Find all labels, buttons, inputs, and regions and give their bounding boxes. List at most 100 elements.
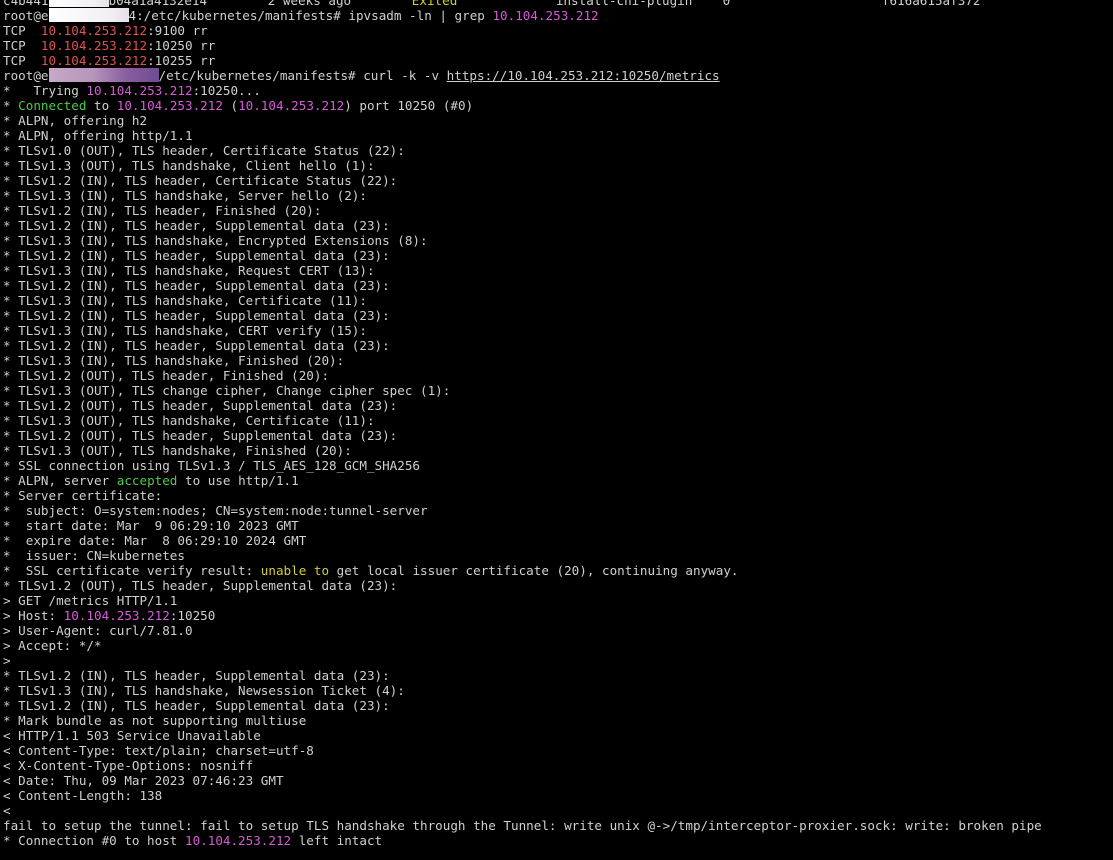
terminal-text: * TLSv1.3 (OUT), TLS handshake, Finished… (3, 443, 352, 458)
terminal-line: c4b441 b04a1a4132e14 2 weeks ago Exited i… (3, 0, 1113, 8)
terminal-text: * TLSv1.2 (IN), TLS header, Finished (20… (3, 203, 322, 218)
terminal-text: /etc/kubernetes/manifests# curl (158, 68, 402, 83)
terminal-text: * Server certificate: (3, 488, 163, 503)
terminal-line: * ALPN, offering h2 (3, 113, 1113, 128)
terminal-text: * TLSv1.2 (IN), TLS header, Supplemental… (3, 278, 390, 293)
ip-address: 10.104.253.212 (86, 83, 193, 98)
ip-address: 10.104.253.212 (238, 98, 345, 113)
terminal-text: * TLSv1.3 (OUT), TLS change cipher, Chan… (3, 383, 451, 398)
url-link[interactable]: https://10.104.253.212:10250/metrics (447, 68, 720, 83)
terminal-text: * TLSv1.2 (IN), TLS header, Supplemental… (3, 338, 390, 353)
terminal-line: * ALPN, offering http/1.1 (3, 128, 1113, 143)
terminal-text: * ALPN, offering h2 (3, 113, 148, 128)
terminal-text: :9100 rr (147, 23, 208, 38)
terminal-text: * ALPN, server (3, 473, 117, 488)
terminal-line: * TLSv1.2 (IN), TLS header, Supplemental… (3, 698, 1113, 713)
terminal-line: * TLSv1.3 (IN), TLS handshake, Server he… (3, 188, 1113, 203)
terminal-text: * TLSv1.2 (OUT), TLS header, Supplementa… (3, 428, 398, 443)
terminal-text: * TLSv1.3 (OUT), TLS handshake, Client h… (3, 158, 375, 173)
ip-address: 10.104.253.212 (40, 53, 148, 68)
terminal-line: root@e 4:/etc/kubernetes/manifests# ipvsa… (3, 8, 1113, 23)
highlighted-text: Exited (411, 0, 458, 8)
terminal-line: > GET /metrics HTTP/1.1 (3, 593, 1113, 608)
terminal-text: * TLSv1.3 (OUT), TLS handshake, Certific… (3, 413, 375, 428)
terminal-line: * TLSv1.2 (OUT), TLS header, Supplementa… (3, 398, 1113, 413)
terminal-text: * TLSv1.3 (IN), TLS handshake, Request C… (3, 263, 375, 278)
terminal-line: * ALPN, server accepted to use http/1.1 (3, 473, 1113, 488)
terminal-line: > Host: 10.104.253.212:10250 (3, 608, 1113, 623)
terminal-line: * TLSv1.2 (IN), TLS header, Supplemental… (3, 308, 1113, 323)
terminal-text: * TLSv1.2 (IN), TLS header, Supplemental… (3, 668, 390, 683)
terminal-line: * TLSv1.3 (OUT), TLS handshake, Client h… (3, 158, 1113, 173)
terminal-line: * Trying 10.104.253.212:10250... (3, 83, 1113, 98)
terminal-text: * TLSv1.2 (IN), TLS header, Supplemental… (3, 248, 390, 263)
terminal-line: * TLSv1.2 (IN), TLS header, Supplemental… (3, 278, 1113, 293)
redacted-hostname (48, 8, 129, 22)
ip-address: 10.104.253.212 (40, 38, 148, 53)
terminal-text: -ln (409, 8, 432, 23)
terminal-text: 4:/etc/kubernetes/manifests# ipvsadm (128, 8, 410, 23)
terminal-line: * TLSv1.3 (OUT), TLS handshake, Certific… (3, 413, 1113, 428)
highlighted-text: Connected (18, 98, 87, 113)
redacted-hostname (48, 68, 159, 82)
terminal-line: < Date: Thu, 09 Mar 2023 07:46:23 GMT (3, 773, 1113, 788)
terminal-text: * ALPN, offering http/1.1 (3, 128, 193, 143)
terminal-line: * Server certificate: (3, 488, 1113, 503)
terminal-text: :10250 rr (147, 38, 216, 53)
terminal-line: * TLSv1.3 (IN), TLS handshake, Encrypted… (3, 233, 1113, 248)
terminal-text: to use http/1.1 (177, 473, 299, 488)
terminal-line: * issuer: CN=kubernetes (3, 548, 1113, 563)
terminal-text: < (3, 803, 11, 818)
terminal-text: * expire date: Mar 8 06:29:10 2024 GMT (3, 533, 307, 548)
terminal-text: -k -v (401, 68, 440, 83)
terminal-text: < X-Content-Type-Options: nosniff (3, 758, 254, 773)
terminal-text: * TLSv1.0 (OUT), TLS header, Certificate… (3, 143, 405, 158)
terminal-text: TCP (3, 23, 41, 38)
terminal-text: root@e (3, 8, 49, 23)
terminal-text: :10255 rr (147, 53, 216, 68)
terminal-text: c4b441 (3, 0, 49, 8)
terminal-line: * TLSv1.2 (IN), TLS header, Supplemental… (3, 218, 1113, 233)
terminal-text: get local issuer certificate (20), conti… (329, 563, 739, 578)
terminal-text: ) port 10250 (#0) (344, 98, 474, 113)
terminal-line: * TLSv1.2 (IN), TLS header, Supplemental… (3, 248, 1113, 263)
terminal-text: * TLSv1.3 (IN), TLS handshake, Server he… (3, 188, 367, 203)
terminal-line: * TLSv1.3 (IN), TLS handshake, Certifica… (3, 293, 1113, 308)
terminal-line: * TLSv1.2 (IN), TLS header, Supplemental… (3, 668, 1113, 683)
terminal-text: * TLSv1.2 (OUT), TLS header, Finished (2… (3, 368, 330, 383)
terminal-output: c4b441 b04a1a4132e14 2 weeks ago Exited i… (3, 0, 1113, 848)
terminal-text: * TLSv1.3 (IN), TLS handshake, Encrypted… (3, 233, 428, 248)
terminal-text: * subject: O=system:nodes; CN=system:nod… (3, 503, 428, 518)
terminal-line: < Content-Type: text/plain; charset=utf-… (3, 743, 1113, 758)
terminal-line: * TLSv1.3 (IN), TLS handshake, Newsessio… (3, 683, 1113, 698)
terminal-line: * TLSv1.3 (IN), TLS handshake, CERT veri… (3, 323, 1113, 338)
terminal-text: * TLSv1.3 (IN), TLS handshake, Finished … (3, 353, 345, 368)
terminal-line: * expire date: Mar 8 06:29:10 2024 GMT (3, 533, 1113, 548)
terminal-line: * start date: Mar 9 06:29:10 2023 GMT (3, 518, 1113, 533)
terminal-text: < Content-Length: 138 (3, 788, 163, 803)
terminal-text: * Connection #0 to host (3, 833, 185, 848)
terminal-text: * TLSv1.2 (OUT), TLS header, Supplementa… (3, 578, 398, 593)
terminal-line: < (3, 803, 1113, 818)
terminal-text: root@e (3, 68, 49, 83)
terminal-text: left intact (291, 833, 383, 848)
terminal-text: | grep (431, 8, 493, 23)
terminal-line: * TLSv1.0 (OUT), TLS header, Certificate… (3, 143, 1113, 158)
highlighted-text: unable to (260, 563, 330, 578)
terminal-text: > Host: (3, 608, 64, 623)
terminal-window[interactable]: c4b441 b04a1a4132e14 2 weeks ago Exited i… (0, 0, 1113, 860)
terminal-line: * subject: O=system:nodes; CN=system:nod… (3, 503, 1113, 518)
terminal-line: * TLSv1.2 (OUT), TLS header, Supplementa… (3, 578, 1113, 593)
terminal-text: > (3, 653, 11, 668)
terminal-text: * (3, 98, 19, 113)
terminal-line: fail to setup the tunnel: fail to setup … (3, 818, 1113, 833)
ip-address: 10.104.253.212 (63, 608, 170, 623)
terminal-text: * TLSv1.3 (IN), TLS handshake, Certifica… (3, 293, 367, 308)
terminal-text: * TLSv1.3 (IN), TLS handshake, Newsessio… (3, 683, 405, 698)
terminal-line: * TLSv1.3 (IN), TLS handshake, Request C… (3, 263, 1113, 278)
terminal-line: * TLSv1.3 (OUT), TLS change cipher, Chan… (3, 383, 1113, 398)
terminal-text: TCP (3, 38, 41, 53)
terminal-line: * TLSv1.2 (IN), TLS header, Supplemental… (3, 338, 1113, 353)
terminal-line: TCP 10.104.253.212:10250 rr (3, 38, 1113, 53)
